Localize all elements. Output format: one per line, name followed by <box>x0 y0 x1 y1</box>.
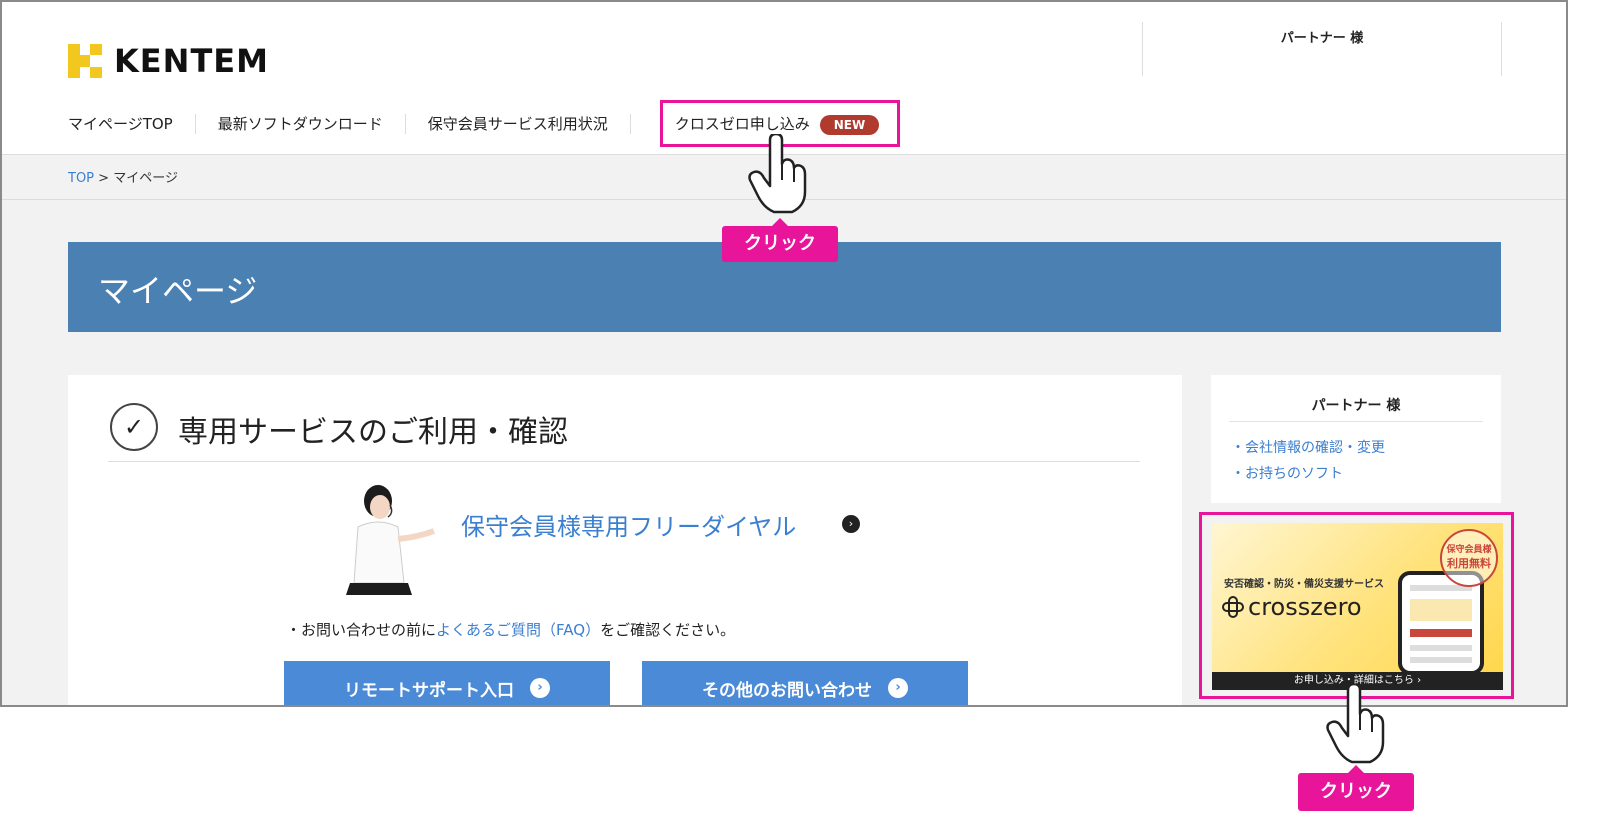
other-inquiry-button[interactable]: その他のお問い合わせ › <box>642 661 968 705</box>
click-label-2: クリック <box>1298 765 1414 811</box>
nav-item-latest-software[interactable]: 最新ソフトダウンロード <box>196 114 406 135</box>
faq-link[interactable]: よくあるご質問（FAQ） <box>436 621 600 639</box>
page-title: マイページ <box>98 272 258 310</box>
free-dial-link[interactable]: 保守会員様専用フリーダイヤル <box>461 507 796 542</box>
faq-note: ・お問い合わせの前によくあるご質問（FAQ）をご確認ください。 <box>286 621 736 639</box>
sidebar-divider <box>1229 421 1483 422</box>
free-dial-arrow-icon[interactable]: › <box>842 515 860 533</box>
kentem-logo[interactable]: KENTEM <box>68 42 269 80</box>
sidebar-partner-name: パートナー 様 <box>1311 398 1401 414</box>
banner-highlight-box <box>1199 512 1514 699</box>
section-title: 専用サービスのご利用・確認 <box>178 415 568 450</box>
arrow-right-icon: › <box>530 678 550 698</box>
company-info-link[interactable]: ・会社情報の確認・変更 <box>1231 437 1385 457</box>
owned-software-link[interactable]: ・お持ちのソフト <box>1231 463 1343 483</box>
hand-pointer-icon <box>748 134 807 214</box>
browser-viewport: KENTEM パートナー 様 マイページTOP 最新ソフトダウンロード 保守会員… <box>0 0 1568 707</box>
sidebar-partner-card: パートナー 様 ・会社情報の確認・変更 ・お持ちのソフト <box>1211 375 1501 503</box>
breadcrumb-top-link[interactable]: TOP <box>68 171 94 186</box>
services-card: ✓ 専用サービスのご利用・確認 保守会員様専用フリーダイヤル › ・お問い合わせ… <box>68 375 1182 705</box>
header-partner-name: パートナー 様 <box>1142 22 1502 76</box>
remote-support-button[interactable]: リモートサポート入口 › <box>284 661 610 705</box>
operator-illustration <box>346 485 436 595</box>
breadcrumb-current: マイページ <box>113 171 178 186</box>
check-circle-icon: ✓ <box>110 403 158 451</box>
nav-item-maintenance-status[interactable]: 保守会員サービス利用状況 <box>406 114 631 135</box>
section-divider <box>108 461 1140 462</box>
click-label-1: クリック <box>722 218 838 262</box>
logo-text: KENTEM <box>114 42 269 80</box>
arrow-right-icon: › <box>888 678 908 698</box>
nav-item-mypage-top[interactable]: マイページTOP <box>68 114 196 135</box>
kentem-logo-mark-icon <box>68 44 102 78</box>
breadcrumb: TOP > マイページ <box>68 167 178 186</box>
breadcrumb-separator: > <box>98 171 110 186</box>
hand-pointer-icon <box>1326 684 1385 764</box>
